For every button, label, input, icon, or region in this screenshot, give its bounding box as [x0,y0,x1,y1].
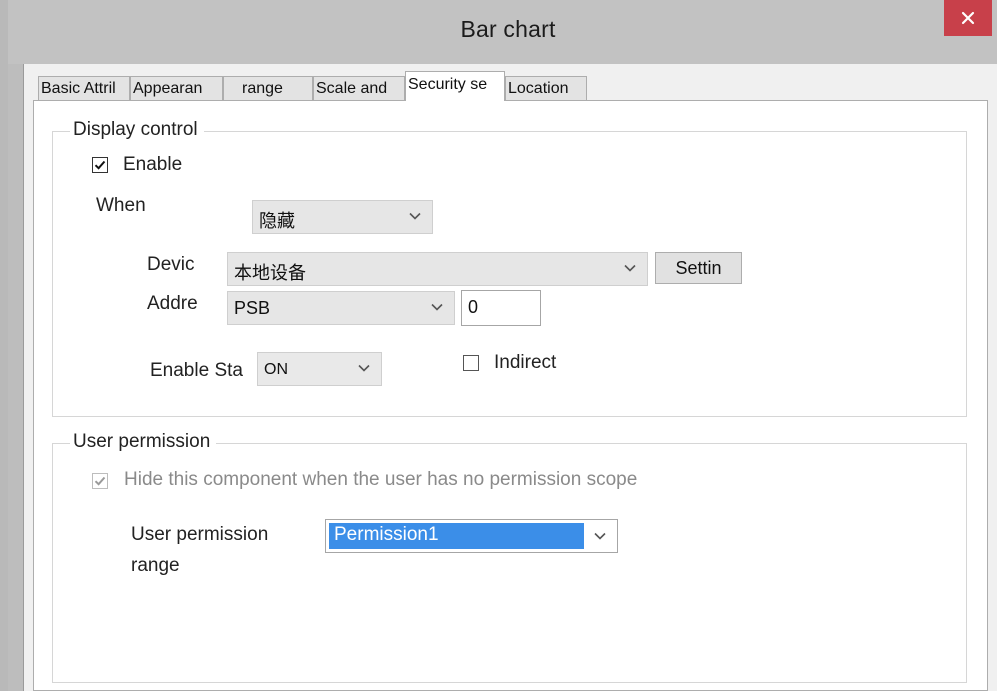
permission-range-value: Permission1 [334,524,439,545]
tab-label: Appearan [133,80,203,97]
hide-component-label: Hide this component when the user has no… [124,469,638,490]
address-input[interactable]: 0 [461,290,541,326]
device-select[interactable]: 本地设备 [227,252,648,286]
tab-label: Location [508,80,569,97]
device-label: Devic [147,254,195,275]
device-select-value: 本地设备 [234,263,306,283]
close-button[interactable] [944,0,992,36]
tab-appearance[interactable]: Appearan [130,76,223,100]
enable-checkbox[interactable] [92,157,108,173]
enable-state-value: ON [264,361,288,378]
enable-state-label: Enable Sta [150,360,243,381]
hide-component-checkbox [92,473,108,489]
tab-range[interactable]: range [223,76,313,100]
indirect-label: Indirect [494,352,557,373]
settings-button[interactable]: Settin [655,252,742,284]
tab-security-settings[interactable]: Security se [405,71,505,101]
enable-state-select[interactable]: ON [257,352,382,386]
chevron-down-icon [594,532,606,540]
checkmark-icon [94,160,106,170]
chevron-down-icon [409,212,421,220]
address-label: Addre [147,293,198,314]
close-icon [961,11,975,25]
title-bar[interactable]: Bar chart [8,0,997,64]
address-type-value: PSB [234,298,271,318]
when-select[interactable]: 隐藏 [252,200,433,234]
checkmark-icon [94,476,106,486]
tab-label: Security se [408,76,488,93]
display-control-legend: Display control [70,119,204,141]
when-select-value: 隐藏 [259,211,295,231]
tab-label: range [242,80,283,97]
tab-scale[interactable]: Scale and [313,76,405,100]
tab-basic-attributes[interactable]: Basic Attril [38,76,130,100]
indirect-checkbox[interactable] [463,355,479,371]
chevron-down-icon [624,264,636,272]
enable-label: Enable [123,154,183,175]
chevron-down-icon [431,303,443,311]
tab-label: Scale and [316,80,388,97]
address-type-select[interactable]: PSB [227,291,455,325]
window-title: Bar chart [460,16,556,42]
tab-location[interactable]: Location [505,76,587,100]
tab-label: Basic Attril [41,80,116,97]
user-permission-legend: User permission [70,431,217,453]
permission-range-select[interactable]: Permission1 [325,519,618,553]
permission-range-label-line2: range [131,555,180,576]
permission-range-label-line1: User permission [131,524,269,545]
when-label: When [96,195,146,216]
chevron-down-icon [358,364,370,372]
